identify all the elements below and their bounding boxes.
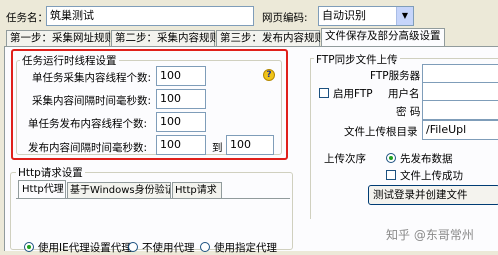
watermark-text: 知乎 @东哥常州 xyxy=(386,228,474,242)
publish-first-label: 先发布数据 xyxy=(400,153,453,165)
publish-first-radio[interactable] xyxy=(386,153,396,163)
ftp-password-label: 密 码 xyxy=(396,106,421,118)
tab-advanced-label: 文件保存及部分高级设置 xyxy=(325,30,441,42)
http-tab-divider xyxy=(16,198,290,199)
proxy-none-label: 不使用代理 xyxy=(142,242,195,254)
collect-interval-input[interactable]: 100 xyxy=(156,89,206,109)
http-settings-title: Http请求设置 xyxy=(16,165,85,180)
http-tab-windows-auth[interactable]: 基于Windows身份验证 xyxy=(67,182,171,198)
test-login-button-label: 测试登录并创建文件 xyxy=(373,189,468,201)
proxy-ie-radio[interactable] xyxy=(24,242,34,252)
publish-interval-to-input[interactable]: 100 xyxy=(226,135,274,155)
chevron-down-icon[interactable]: ▼ xyxy=(396,7,413,25)
http-tab-windows-auth-label: 基于Windows身份验证 xyxy=(70,185,171,196)
tab-step3-label: 第三步：发布内容规则 xyxy=(220,32,325,44)
publish-interval-label: 发布内容间隔时间毫秒数: xyxy=(28,142,148,154)
ftp-dir-input[interactable]: /FileUpl xyxy=(422,120,498,140)
collect-interval-label: 采集内容间隔时间毫秒数: xyxy=(32,95,152,107)
enable-ftp-label: 启用FTP xyxy=(333,88,373,100)
upload-order-label: 上传次序 xyxy=(324,153,366,165)
help-icon[interactable]: ? xyxy=(263,69,275,81)
ftp-server-input[interactable] xyxy=(422,64,498,84)
tab-step1[interactable]: 第一步：采集网址规则 xyxy=(6,30,115,46)
collect-threads-input[interactable]: 100 xyxy=(156,66,206,86)
http-tab-request[interactable]: Http请求 xyxy=(172,182,222,198)
thread-settings-title: 任务运行时线程设置 xyxy=(20,53,119,68)
publish-threads-input[interactable]: 100 xyxy=(156,112,206,132)
ftp-dir-label: 文件上传根目录 xyxy=(344,126,418,138)
task-name-input[interactable]: 筑巢测试 xyxy=(46,6,254,26)
tab-step2[interactable]: 第二步：采集内容规则 xyxy=(111,30,220,46)
test-login-button[interactable]: 测试登录并创建文件 xyxy=(368,185,498,205)
encoding-value: 自动识别 xyxy=(322,9,366,22)
tab-step1-label: 第一步：采集网址规则 xyxy=(10,32,115,44)
after-upload-checkbox[interactable] xyxy=(386,170,396,180)
http-tab-proxy-label: Http代理 xyxy=(22,184,64,195)
http-tab-request-label: Http请求 xyxy=(175,185,217,196)
publish-interval-from-input[interactable]: 100 xyxy=(156,135,206,155)
http-tab-proxy[interactable]: Http代理 xyxy=(18,180,66,198)
proxy-custom-label: 使用指定代理 xyxy=(214,242,277,254)
ftp-server-label: FTP服务器 xyxy=(370,70,421,82)
range-to-label: 到 xyxy=(212,142,223,154)
ftp-password-input[interactable] xyxy=(422,100,498,120)
encoding-select[interactable]: 自动识别 ▼ xyxy=(318,6,414,26)
tab-file-save-advanced[interactable]: 文件保存及部分高级设置 xyxy=(321,28,445,47)
tab-step3[interactable]: 第三步：发布内容规则 xyxy=(216,30,325,46)
publish-threads-label: 单任务发布内容线程个数: xyxy=(28,118,148,130)
task-name-label: 任务名： xyxy=(6,12,48,24)
encoding-label: 网页编码: xyxy=(262,12,308,24)
collect-threads-label: 单任务采集内容线程个数: xyxy=(32,72,152,84)
enable-ftp-checkbox[interactable] xyxy=(319,88,329,98)
ftp-user-input[interactable] xyxy=(422,82,498,102)
ftp-user-label: 用户名 xyxy=(388,88,420,100)
ftp-title: FTP同步文件上传 xyxy=(314,52,400,67)
tab-step2-label: 第二步：采集内容规则 xyxy=(115,32,220,44)
proxy-none-radio[interactable] xyxy=(128,242,138,252)
proxy-custom-radio[interactable] xyxy=(200,242,210,252)
after-upload-label: 文件上传成功 xyxy=(400,170,463,182)
proxy-ie-label: 使用IE代理设置代理 xyxy=(38,242,132,254)
